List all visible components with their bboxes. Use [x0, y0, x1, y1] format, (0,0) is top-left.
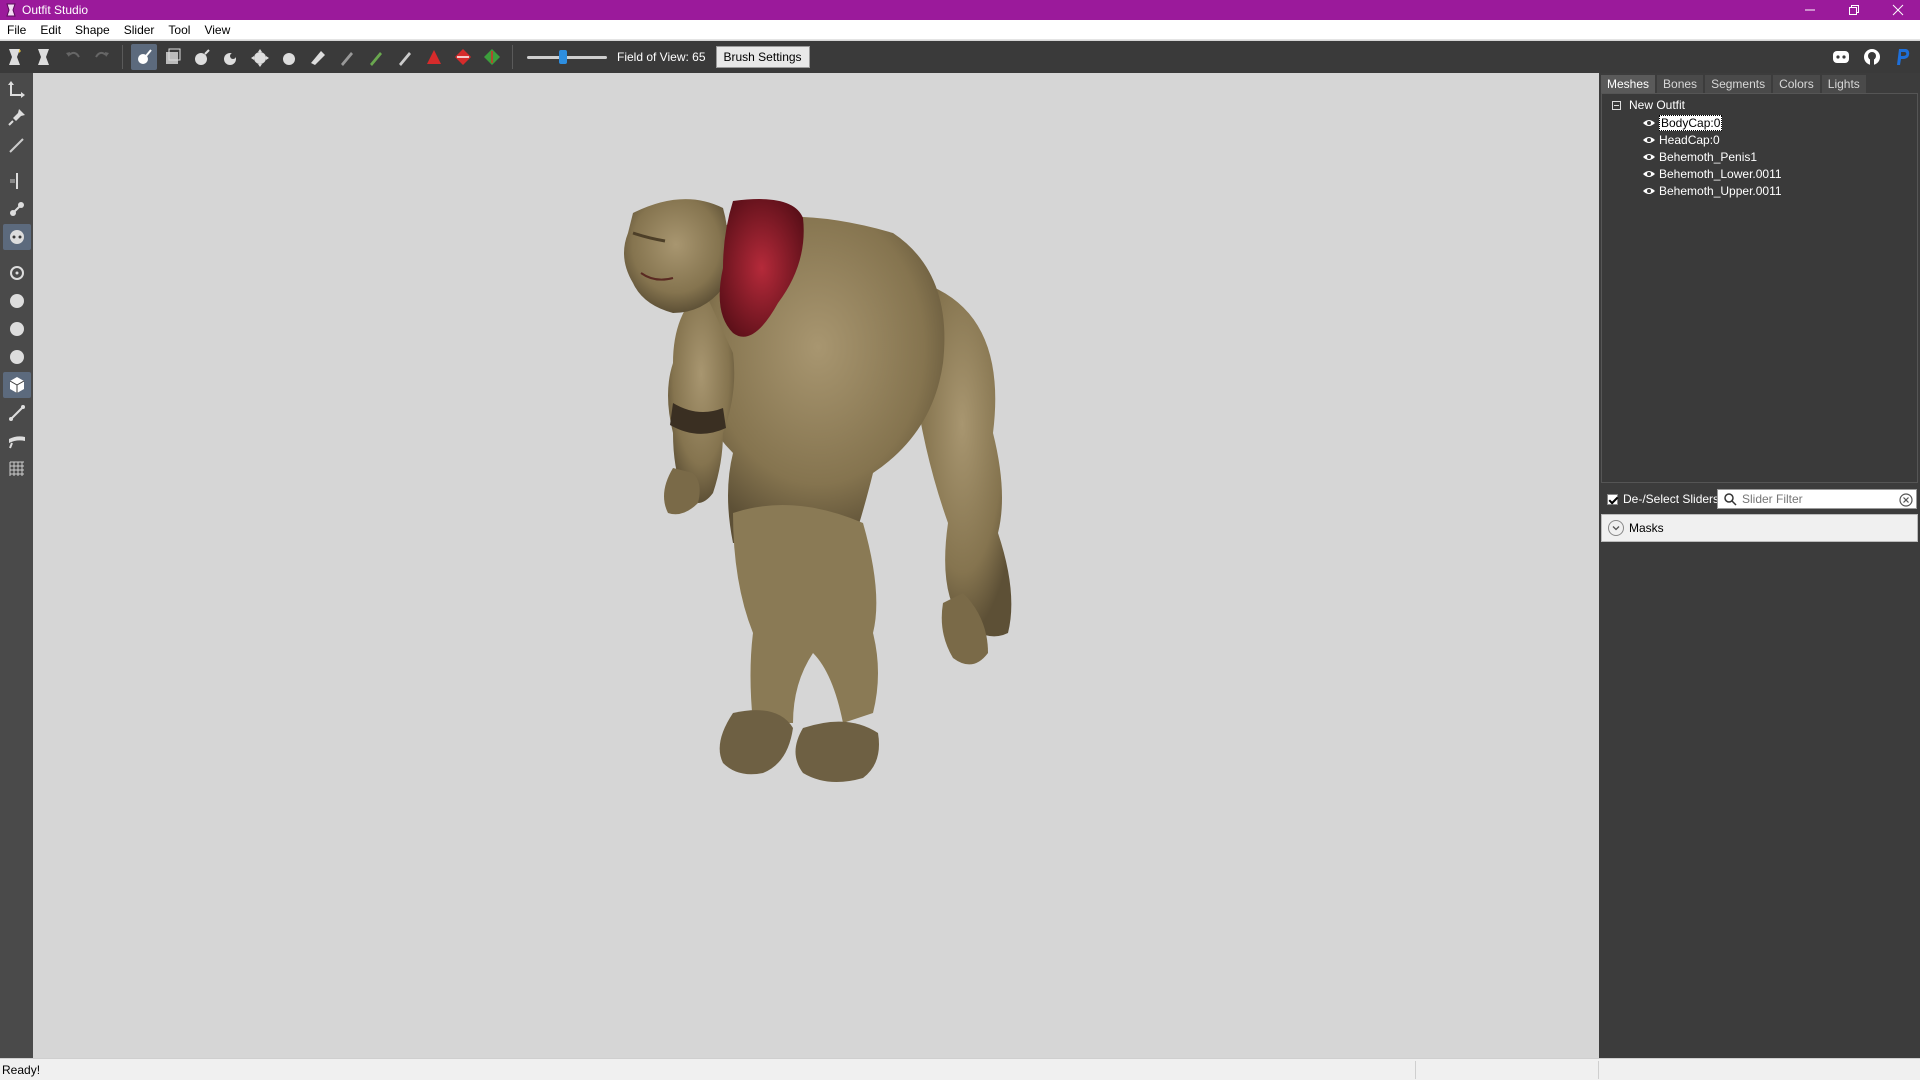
undiff-brush-icon[interactable]: [305, 44, 331, 70]
tree-item-behemoth-lower[interactable]: Behemoth_Lower.0011: [1642, 166, 1782, 182]
clear-filter-icon[interactable]: [1899, 493, 1913, 507]
deselect-checkbox[interactable]: [1607, 493, 1618, 505]
masks-slider-group[interactable]: Masks: [1601, 514, 1918, 542]
redo-icon[interactable]: [89, 44, 115, 70]
select-brush-icon[interactable]: [130, 44, 157, 70]
tree-root-label: New Outfit: [1629, 98, 1686, 112]
status-text: Ready!: [2, 1062, 41, 1077]
fov-slider-thumb[interactable]: [559, 50, 568, 64]
window-title: Outfit Studio: [22, 3, 89, 17]
grid-icon[interactable]: [3, 456, 31, 482]
tab-bones[interactable]: Bones: [1657, 75, 1704, 93]
smooth-brush-icon[interactable]: [276, 44, 302, 70]
mirror-icon[interactable]: [3, 168, 31, 194]
restore-icon[interactable]: [1832, 0, 1876, 20]
deselect-sliders-toggle[interactable]: De-/Select Sliders: [1607, 492, 1719, 506]
eye-icon[interactable]: [1642, 186, 1656, 196]
tree-item-label: BodyCap:0: [1659, 115, 1723, 131]
tree-item-bodycap[interactable]: BodyCap:0: [1642, 115, 1723, 131]
color-brush-icon[interactable]: [363, 44, 389, 70]
move-brush-icon[interactable]: [247, 44, 273, 70]
connected-only-icon[interactable]: [3, 196, 31, 222]
app-icon: [6, 3, 16, 17]
tree-item-label: HeadCap:0: [1659, 133, 1720, 147]
eye-icon[interactable]: [1642, 118, 1656, 128]
close-icon[interactable]: [1876, 0, 1920, 20]
sphere-medium-icon[interactable]: [3, 316, 31, 342]
load-reference-icon[interactable]: [2, 44, 28, 70]
status-divider: [1415, 1061, 1416, 1079]
menu-bar: File Edit Shape Slider Tool View: [0, 20, 1920, 40]
slider-header: De-/Select Sliders: [1599, 486, 1920, 512]
alpha-brush-icon[interactable]: [392, 44, 418, 70]
masks-label: Masks: [1629, 521, 1664, 535]
transform-tool-icon[interactable]: [3, 76, 31, 102]
mesh-tree: New Outfit BodyCap:0 HeadCap:0 Behemoth_…: [1601, 93, 1918, 483]
slider-filter[interactable]: [1717, 489, 1917, 509]
menu-slider[interactable]: Slider: [117, 20, 162, 40]
tree-root[interactable]: New Outfit: [1612, 98, 1685, 112]
fov-slider[interactable]: [527, 47, 607, 67]
toolbar-separator: [512, 45, 513, 69]
sphere-small-icon[interactable]: [3, 288, 31, 314]
menu-view[interactable]: View: [197, 20, 237, 40]
menu-file[interactable]: File: [0, 20, 33, 40]
discord-icon[interactable]: [1827, 44, 1855, 70]
chevron-down-icon[interactable]: [1608, 520, 1624, 536]
point-size-icon[interactable]: [3, 260, 31, 286]
menu-shape[interactable]: Shape: [68, 20, 117, 40]
tab-colors[interactable]: Colors: [1773, 75, 1820, 93]
3d-viewport[interactable]: [33, 73, 1597, 1058]
tab-meshes[interactable]: Meshes: [1601, 75, 1656, 93]
toolbar-separator: [122, 45, 123, 69]
flip-edge-icon[interactable]: [450, 44, 476, 70]
deflate-brush-icon[interactable]: [218, 44, 244, 70]
tree-item-behemoth-penis1[interactable]: Behemoth_Penis1: [1642, 149, 1757, 165]
eye-icon[interactable]: [1642, 169, 1656, 179]
menu-edit[interactable]: Edit: [33, 20, 68, 40]
panel-tabs: Meshes Bones Segments Colors Lights: [1599, 73, 1868, 93]
weight-brush-icon[interactable]: [334, 44, 360, 70]
undo-icon[interactable]: [60, 44, 86, 70]
slider-filter-input[interactable]: [1742, 492, 1892, 506]
tree-item-behemoth-upper[interactable]: Behemoth_Upper.0011: [1642, 183, 1782, 199]
inflate-brush-icon[interactable]: [189, 44, 215, 70]
tab-lights[interactable]: Lights: [1821, 75, 1866, 93]
brush-settings-button[interactable]: Brush Settings: [715, 46, 810, 68]
tree-item-label: Behemoth_Upper.0011: [1659, 184, 1782, 198]
bone-icon[interactable]: [3, 400, 31, 426]
vertex-select-icon[interactable]: [3, 132, 31, 158]
collapse-vertex-icon[interactable]: [421, 44, 447, 70]
tree-item-label: Behemoth_Penis1: [1659, 150, 1758, 164]
mask-brush-icon[interactable]: [160, 44, 186, 70]
github-icon[interactable]: [1858, 44, 1886, 70]
right-panel: Meshes Bones Segments Colors Lights New …: [1599, 73, 1920, 1058]
fov-label: Field of View: 65: [617, 50, 706, 64]
creature-model: [624, 199, 1012, 782]
menu-tool[interactable]: Tool: [161, 20, 197, 40]
tree-item-label: Behemoth_Lower.0011: [1659, 167, 1782, 181]
collapse-icon[interactable]: [1612, 100, 1621, 110]
split-edge-icon[interactable]: [479, 44, 505, 70]
search-icon: [1724, 493, 1737, 506]
status-divider: [1598, 1061, 1599, 1079]
minimize-icon[interactable]: [1788, 0, 1832, 20]
pivot-tool-icon[interactable]: [3, 104, 31, 130]
xray-icon[interactable]: [2, 224, 31, 250]
status-bar: Ready!: [0, 1058, 1920, 1080]
toolbar: Field of View: 65 Brush Settings: [0, 41, 1920, 73]
left-tool-strip: [0, 73, 33, 1058]
eye-icon[interactable]: [1642, 152, 1656, 162]
deselect-label: De-/Select Sliders: [1623, 492, 1720, 506]
weld-icon[interactable]: [3, 428, 31, 454]
cube-icon[interactable]: [2, 372, 31, 398]
paypal-icon[interactable]: [1889, 44, 1917, 70]
eye-icon[interactable]: [1642, 135, 1656, 145]
sphere-large-icon[interactable]: [3, 344, 31, 370]
load-outfit-icon[interactable]: [31, 44, 57, 70]
title-bar: Outfit Studio: [0, 0, 1920, 20]
tab-segments[interactable]: Segments: [1705, 75, 1772, 93]
tree-item-headcap[interactable]: HeadCap:0: [1642, 132, 1720, 148]
